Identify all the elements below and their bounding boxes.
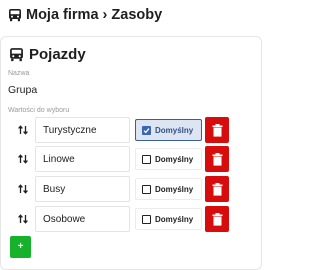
reorder-handle[interactable]: [14, 181, 32, 197]
default-label: Domyślny: [155, 184, 194, 194]
reorder-handle[interactable]: [14, 122, 32, 138]
delete-button[interactable]: [205, 176, 229, 202]
checkbox-empty-icon: [142, 214, 151, 224]
card-title: Pojazdy: [29, 45, 86, 63]
breadcrumb: Moja firma › Zasoby: [8, 5, 162, 25]
bus-icon: [9, 47, 24, 62]
checkbox-empty-icon: [142, 184, 151, 194]
option-row: Domyślny: [0, 206, 262, 232]
option-name-input[interactable]: [35, 146, 130, 172]
option-row: Domyślny: [0, 117, 262, 143]
delete-button[interactable]: [205, 146, 229, 172]
option-name-input[interactable]: [35, 206, 130, 232]
option-row: Domyślny: [0, 146, 262, 172]
option-row: Domyślny: [0, 176, 262, 202]
option-name-input[interactable]: [35, 117, 130, 143]
page-breadcrumb-title: Moja firma › Zasoby: [26, 7, 163, 23]
checkbox-empty-icon: [142, 154, 151, 164]
reorder-handle[interactable]: [14, 151, 32, 167]
add-label: +: [17, 241, 24, 252]
default-label: Domyślny: [155, 125, 194, 135]
default-toggle[interactable]: Domyślny: [135, 148, 202, 170]
sort-arrows-icon: [18, 214, 28, 224]
sort-arrows-icon: [18, 184, 28, 194]
options-label: Wartości do wyboru: [8, 107, 70, 114]
delete-button[interactable]: [205, 206, 229, 232]
option-name-input[interactable]: [35, 176, 130, 202]
card-header: Pojazdy: [9, 44, 86, 64]
reorder-handle[interactable]: [14, 211, 32, 227]
trash-icon: [212, 152, 222, 166]
name-value[interactable]: Grupa: [8, 84, 37, 96]
default-label: Domyślny: [155, 214, 194, 224]
trash-icon: [212, 123, 222, 137]
name-label: Nazwa: [8, 70, 30, 77]
trash-icon: [212, 182, 222, 196]
delete-button[interactable]: [205, 117, 229, 143]
default-toggle[interactable]: Domyślny: [135, 178, 202, 200]
trash-icon: [212, 212, 222, 226]
default-toggle[interactable]: Domyślny: [135, 208, 202, 230]
default-label: Domyślny: [155, 154, 194, 164]
sort-arrows-icon: [18, 154, 28, 164]
add-option-button[interactable]: +: [10, 236, 31, 258]
bus-icon: [8, 8, 22, 22]
default-toggle[interactable]: Domyślny: [135, 119, 202, 141]
sort-arrows-icon: [18, 125, 28, 135]
checkbox-checked-icon: [142, 125, 151, 135]
